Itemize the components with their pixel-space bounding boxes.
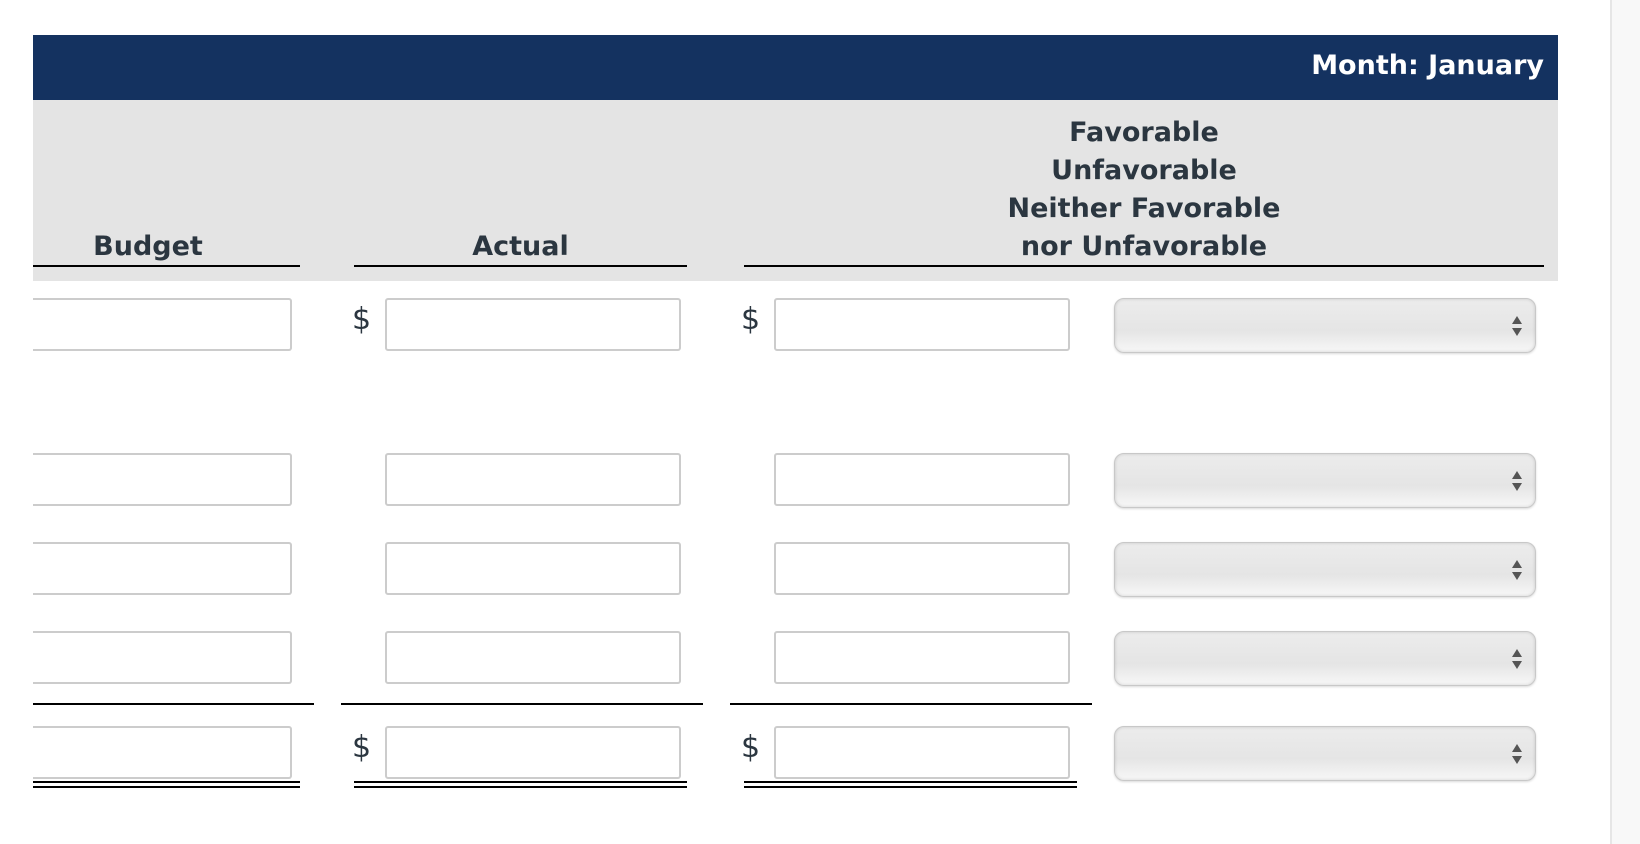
actual-total-input[interactable] (385, 726, 681, 779)
up-down-arrows-icon (1512, 744, 1522, 764)
variance-input-row-4[interactable] (774, 631, 1070, 684)
budget-subtotal-rule (33, 703, 314, 705)
budget-input-row-4[interactable] (33, 631, 292, 684)
budget-input-row-2[interactable] (33, 453, 292, 506)
variance-input-row-1[interactable] (774, 298, 1070, 351)
variance-header-underline (744, 265, 1544, 267)
column-header-actual: Actual (472, 231, 569, 262)
variance-option-neither-line2: nor Unfavorable (1020, 231, 1268, 262)
up-down-arrows-icon (1512, 316, 1522, 336)
scrollbar-panel[interactable] (1610, 0, 1640, 844)
variance-input-row-2[interactable] (774, 453, 1070, 506)
up-down-arrows-icon (1512, 560, 1522, 580)
favorability-select-row-4[interactable] (1114, 631, 1536, 686)
up-down-arrows-icon (1512, 471, 1522, 491)
favorability-select-row-2[interactable] (1114, 453, 1536, 508)
variance-option-unfavorable: Unfavorable (1051, 155, 1237, 186)
favorability-select-row-1[interactable] (1114, 298, 1536, 353)
title-bar: Month: January (33, 35, 1558, 100)
dollar-sign: $ (741, 302, 761, 337)
up-down-arrows-icon (1512, 649, 1522, 669)
actual-input-row-2[interactable] (385, 453, 681, 506)
variance-subtotal-rule (730, 703, 1092, 705)
variance-total-input[interactable] (774, 726, 1070, 779)
budget-input-row-1[interactable] (33, 298, 292, 351)
favorability-select-row-3[interactable] (1114, 542, 1536, 597)
dollar-sign: $ (352, 730, 372, 765)
variance-option-favorable: Favorable (1069, 117, 1219, 148)
budget-total-input[interactable] (33, 726, 292, 779)
actual-input-row-3[interactable] (385, 542, 681, 595)
actual-header-underline (354, 265, 687, 267)
variance-option-neither-line1: Neither Favorable (1007, 193, 1281, 224)
month-title: Month: January (1311, 50, 1544, 81)
column-header-variance: Favorable Unfavorable Neither Favorable … (744, 114, 1544, 266)
variance-total-double-rule (744, 781, 1077, 788)
budget-header-underline (33, 265, 300, 267)
dollar-sign: $ (741, 730, 761, 765)
actual-total-double-rule (354, 781, 687, 788)
budget-total-double-rule (33, 781, 300, 788)
actual-input-row-4[interactable] (385, 631, 681, 684)
variance-input-row-3[interactable] (774, 542, 1070, 595)
actual-subtotal-rule (341, 703, 703, 705)
column-header-budget: Budget (93, 231, 203, 262)
budget-input-row-3[interactable] (33, 542, 292, 595)
dollar-sign: $ (352, 302, 372, 337)
favorability-select-total[interactable] (1114, 726, 1536, 781)
actual-input-row-1[interactable] (385, 298, 681, 351)
